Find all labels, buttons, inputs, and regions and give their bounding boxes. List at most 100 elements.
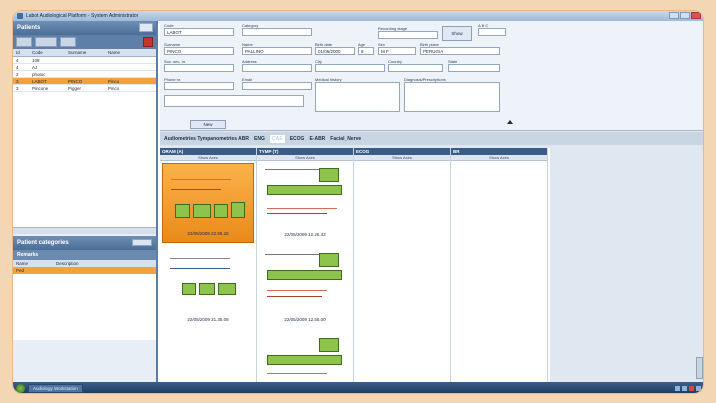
category-select[interactable] — [242, 28, 312, 36]
patients-panel-header: Patients — [13, 21, 156, 35]
category-row[interactable]: Ped — [13, 267, 156, 274]
row-name: Pinco — [108, 85, 120, 91]
exam-eabr-tab[interactable]: E-ABR — [309, 136, 325, 142]
taskbar-app-button[interactable]: Audiology Workstation — [28, 384, 83, 393]
collapse-panel-button[interactable] — [139, 23, 153, 32]
trace-line — [267, 373, 327, 374]
exam-eng-tab[interactable]: ENG — [254, 136, 265, 142]
country-input[interactable] — [388, 64, 443, 72]
tray-alert-icon[interactable] — [689, 386, 694, 391]
table-row[interactable]: 3 Pincone Pigger Pinco — [13, 85, 156, 92]
state-input[interactable] — [448, 64, 500, 72]
city-input[interactable] — [315, 64, 385, 72]
maximize-button[interactable] — [680, 12, 690, 19]
abc-checkboxes[interactable] — [478, 28, 506, 36]
recording-select[interactable] — [378, 31, 438, 39]
tray-icon[interactable] — [696, 386, 701, 391]
extra-input[interactable] — [164, 95, 304, 107]
sex-m[interactable]: M — [381, 49, 385, 54]
col-cat-name[interactable]: Name — [13, 261, 53, 266]
trace-line — [170, 258, 230, 259]
close-button[interactable] — [691, 12, 701, 19]
row-surname: PINCO — [68, 78, 83, 84]
trace-line — [170, 268, 230, 269]
patients-title: Patients — [17, 25, 41, 31]
table-row[interactable]: 4 108 — [13, 57, 156, 64]
city-field: City — [315, 59, 385, 72]
new-button[interactable]: New — [190, 120, 226, 129]
categories-dropdown[interactable] — [132, 239, 152, 246]
vertical-scrollbar[interactable] — [696, 357, 703, 379]
col-name[interactable]: Name — [105, 50, 150, 55]
row-name: Pinco — [108, 78, 120, 84]
sex-field: Sex M F — [378, 42, 416, 55]
trace-line — [267, 296, 322, 297]
sex-radio[interactable]: M F — [378, 47, 416, 55]
col-code[interactable]: Code — [29, 50, 65, 55]
birthplace-input[interactable]: PERUGIA — [420, 47, 500, 55]
minimize-button[interactable] — [669, 12, 679, 19]
col-cat-description[interactable]: Description — [53, 261, 93, 266]
show-axes-button[interactable]: Show Axes — [160, 155, 256, 161]
edit-patient-button[interactable] — [60, 37, 76, 47]
table-row[interactable]: 2 photoc — [13, 71, 156, 78]
code-input[interactable]: LABOT — [164, 28, 234, 36]
birth-field: Birth date 01/06/2000 — [315, 42, 355, 55]
freq-block — [182, 283, 196, 295]
exam-facial-tab[interactable]: Facial_Nerve — [330, 136, 361, 142]
exam-thumbnail[interactable]: 22/05/2009 21.35.08 — [162, 248, 254, 328]
exam-oae-tab[interactable]: OAE — [269, 134, 285, 143]
exam-thumbnail[interactable]: 22/05/2009 12.55.00 — [259, 248, 351, 328]
collapse-up-icon[interactable] — [507, 120, 513, 124]
phone-input[interactable] — [164, 82, 234, 90]
table-row[interactable]: 4 AJ — [13, 64, 156, 71]
column-title: ECOG — [354, 148, 450, 155]
patient-list: 4 108 4 AJ 2 photoc 3 LABOT PINCO Pinco … — [13, 57, 156, 227]
show-axes-button[interactable]: Show Axes — [257, 155, 353, 161]
column-title: BR — [451, 148, 547, 155]
extra-field — [164, 95, 304, 107]
app-icon — [17, 13, 23, 19]
show-axes-button[interactable]: Show Axes — [451, 155, 547, 161]
birth-input[interactable]: 01/06/2000 — [315, 47, 355, 55]
row-code: 108 — [32, 57, 40, 63]
exam-ecog-tab[interactable]: ECOG — [290, 136, 305, 142]
diagnosis-input[interactable] — [404, 82, 500, 112]
new-patient-button[interactable] — [16, 37, 32, 47]
table-row-selected[interactable]: 3 LABOT PINCO Pinco — [13, 78, 156, 85]
app-window: Labot Audiological Platform - System Adm… — [12, 10, 704, 394]
email-input[interactable] — [242, 82, 312, 90]
col-id[interactable]: Id — [13, 50, 29, 55]
row-code: photoc — [32, 71, 46, 77]
address-input[interactable] — [242, 64, 312, 72]
show-button[interactable]: Show — [442, 26, 472, 41]
freq-block — [267, 355, 342, 365]
trace-line — [267, 208, 337, 209]
freq-block — [231, 202, 245, 218]
abc-a: A — [478, 23, 481, 28]
exam-oae-label: OAE — [271, 135, 283, 142]
row-id: 2 — [16, 71, 19, 77]
sex-f[interactable]: F — [386, 49, 389, 54]
tray-icon[interactable] — [675, 386, 680, 391]
exam-thumbnail-selected[interactable]: 22/05/2009 22.55.26 — [162, 163, 254, 243]
country-field: Country — [388, 59, 443, 72]
exam-thumbnail[interactable]: 22/05/2009 12.26.43 — [259, 163, 351, 243]
surname-input[interactable]: PINCO — [164, 47, 234, 55]
row-id: 3 — [16, 78, 19, 84]
search-patient-button[interactable] — [35, 37, 57, 47]
delete-patient-button[interactable] — [143, 37, 153, 47]
ss-input[interactable] — [164, 64, 234, 72]
show-axes-button[interactable]: Show Axes — [354, 155, 450, 161]
tray-icon[interactable] — [682, 386, 687, 391]
row-id: 4 — [16, 64, 19, 70]
freq-block — [267, 185, 342, 195]
system-tray — [675, 386, 703, 391]
sidebar: Patients Id Code Surname Name 4 108 4 AJ — [13, 21, 158, 382]
exam-thumbnail[interactable] — [259, 333, 351, 381]
history-input[interactable] — [315, 82, 400, 112]
name-input[interactable]: PALLINO — [242, 47, 312, 55]
col-surname[interactable]: Surname — [65, 50, 105, 55]
horizontal-scrollbar[interactable] — [13, 227, 156, 234]
start-button-icon[interactable] — [16, 384, 25, 393]
